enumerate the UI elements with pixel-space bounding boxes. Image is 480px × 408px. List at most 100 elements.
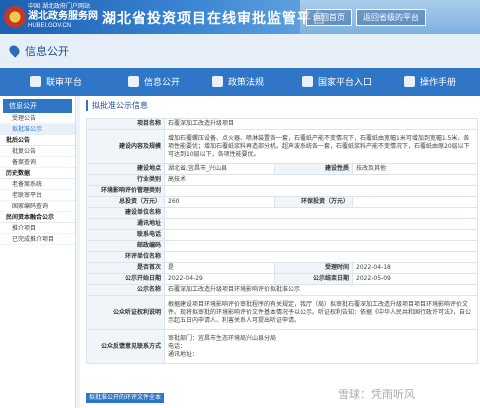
nav-item-review[interactable]: 联审平台	[30, 74, 82, 90]
env-value	[164, 185, 478, 197]
unit-value	[164, 207, 478, 219]
feedback-line: 审批部门：宜昌市生态环境局兴山县分局	[168, 334, 277, 342]
postcode-value	[164, 240, 478, 252]
table-row: 公众听证权利说明 根据建设项目环境影响评价审批程序的有关规定，我厅（局）拟审批石…	[86, 295, 478, 330]
province-platform-button[interactable]: 返回省级的平台	[356, 9, 426, 26]
site-value: 湖北省;宜昌市_兴山县	[164, 163, 275, 175]
feedback-value: 审批部门：宜昌市生态环境局兴山县分局 电话： 通讯地址：	[164, 329, 478, 364]
field-label: 通讯地址	[86, 218, 165, 230]
field-label: 环保投资（万元）	[274, 196, 353, 208]
env-invest-value	[352, 196, 478, 208]
field-label: 邮政编码	[86, 240, 165, 252]
field-label: 行业类别	[86, 174, 165, 186]
table-row: 建设内容及规模 增加石覆螺压设备、点火器、喷淋装置各一套，石覆纸产能不变情况下，…	[86, 129, 478, 164]
sidebar-group-post[interactable]: 批后公告	[0, 135, 75, 146]
nature-value: 技改及其他	[352, 163, 478, 175]
location-text: 信息公开	[25, 46, 69, 58]
main-nav: 联审平台 信息公开 政策法规 国家平台入口 操作手册	[0, 68, 480, 96]
feedback-line: 通讯地址：	[168, 350, 199, 358]
table-row: 环评单位名称	[86, 251, 478, 263]
nav-label: 操作手册	[420, 77, 457, 87]
accept-time-value: 2022-04-18	[352, 262, 478, 274]
sidebar-item-old-review[interactable]: 老联审平台	[0, 190, 75, 201]
nav-item-policy[interactable]: 政策法规	[212, 74, 264, 90]
emblem-icon	[4, 6, 26, 28]
invest-value: 260	[164, 196, 275, 208]
contact-value	[164, 229, 478, 241]
header-banner: 中国·湖北政府门户网站 湖北政务服务网 HUBEI.GOV.CN 湖北省投资项目…	[0, 0, 480, 34]
table-row: 公示名称 石覆深加工改造升级项目环境影响评价拟批准公示	[86, 284, 478, 296]
logo-small-line1: 中国·湖北政府门户网站	[28, 4, 90, 10]
field-label: 公示名称	[86, 284, 165, 296]
table-row: 总投资（万元） 260 环保投资（万元）	[86, 196, 478, 208]
manual-icon	[404, 76, 415, 87]
location-pin-icon	[7, 43, 22, 58]
field-label: 项目名称	[86, 118, 165, 130]
location-label: 信息公开	[7, 43, 69, 59]
watermark: 雪球：凭雨听风	[338, 389, 415, 401]
field-label: 受理时间	[274, 262, 353, 274]
table-row: 邮政编码	[86, 240, 478, 252]
table-row: 公示开始日期 2022-04-29 公示结束日期 2022-05-09	[86, 273, 478, 285]
home-button[interactable]: 返回首页	[306, 9, 352, 26]
table-row: 环境影响评价管理类别	[86, 185, 478, 197]
sidebar-item-old-record[interactable]: 老备案系统	[0, 179, 75, 190]
sidebar-item-promote[interactable]: 推介项目	[0, 223, 75, 234]
sidebar-header: 信息公开	[3, 99, 72, 113]
nav-label: 信息公开	[144, 77, 181, 87]
site-logo[interactable]: 中国·湖北政府门户网站 湖北政务服务网 HUBEI.GOV.CN	[28, 4, 98, 30]
field-label: 建设地点	[86, 163, 165, 175]
table-row: 公众反馈意见联系方式 审批部门：宜昌市生态环境局兴山县分局 电话： 通讯地址：	[86, 329, 478, 364]
info-icon	[128, 76, 139, 87]
table-row: 行业类别 高技术	[86, 174, 478, 186]
eia-fulltext-link[interactable]: 拟批准公开的环评文件全本	[86, 393, 165, 403]
sidebar: 信息公开 受理公告 拟批准公示 批后公告 批复公告 备案查询 历史数据 老备案系…	[0, 96, 76, 408]
nav-label: 政策法规	[228, 77, 265, 87]
nav-label: 国家平台入口	[318, 77, 373, 87]
field-label: 是否首次	[86, 262, 165, 274]
field-label: 建设内容及规模	[86, 129, 165, 164]
sidebar-item-record[interactable]: 备案查询	[0, 157, 75, 168]
field-label: 环评单位名称	[86, 251, 165, 263]
site-title: 湖北省投资项目在线审批监管平台	[102, 10, 327, 26]
field-label: 环境影响评价管理类别	[86, 185, 165, 197]
table-row: 通讯地址	[86, 218, 478, 230]
table-row: 联系电话	[86, 229, 478, 241]
first-value: 是	[164, 262, 275, 274]
detail-table: 项目名称 石覆深加工改造升级项目 建设内容及规模 增加石覆螺压设备、点火器、喷淋…	[86, 118, 478, 364]
sidebar-item-approval[interactable]: 拟批准公示	[0, 124, 75, 135]
field-label: 公众反馈意见联系方式	[86, 329, 165, 364]
industry-value: 高技术	[164, 174, 478, 186]
main-panel: 拟批准公示信息 项目名称 石覆深加工改造升级项目 建设内容及规模 增加石覆螺压设…	[80, 96, 480, 408]
eia-value	[164, 251, 478, 263]
field-label: 公示开始日期	[86, 273, 165, 285]
feedback-line: 电话：	[168, 342, 187, 350]
page-title: 拟批准公示信息	[86, 100, 148, 111]
sidebar-item-code[interactable]: 国家编码查询	[0, 201, 75, 212]
nav-item-info[interactable]: 信息公开	[128, 74, 180, 90]
nav-item-manual[interactable]: 操作手册	[404, 74, 456, 90]
content-value: 增加石覆螺压设备、点火器、喷淋装置各一套，石覆纸产能不变情况下，石覆纸由宽幅1米…	[164, 129, 478, 164]
sidebar-item-accept[interactable]: 受理公告	[0, 113, 75, 124]
address-value	[164, 218, 478, 230]
field-label: 建设性质	[274, 163, 353, 175]
field-label: 公示结束日期	[274, 273, 353, 285]
review-icon	[30, 76, 41, 87]
end-value: 2022-05-09	[352, 273, 478, 285]
sidebar-group-history[interactable]: 历史数据	[0, 168, 75, 179]
national-icon	[302, 76, 313, 87]
nav-item-national[interactable]: 国家平台入口	[302, 74, 372, 90]
sidebar-group-private[interactable]: 民间资本融合公示	[0, 212, 75, 223]
pub-name-value: 石覆深加工改造升级项目环境影响评价拟批准公示	[164, 284, 478, 296]
logo-small-line2: HUBEI.GOV.CN	[28, 23, 72, 29]
table-row: 建设单位名称	[86, 207, 478, 219]
sidebar-item-reply[interactable]: 批复公告	[0, 146, 75, 157]
field-label: 公众听证权利说明	[86, 295, 165, 330]
hearing-value: 根据建设项目环境影响评价审批程序的有关规定，我厅（局）拟审批石覆深加工改造升级项…	[164, 295, 478, 330]
policy-icon	[212, 76, 223, 87]
nav-label: 联审平台	[46, 77, 83, 87]
table-row: 建设地点 湖北省;宜昌市_兴山县 建设性质 技改及其他	[86, 163, 478, 175]
field-label: 建设单位名称	[86, 207, 165, 219]
sidebar-item-done[interactable]: 已完成推介项目	[0, 234, 75, 245]
start-value: 2022-04-29	[164, 273, 275, 285]
